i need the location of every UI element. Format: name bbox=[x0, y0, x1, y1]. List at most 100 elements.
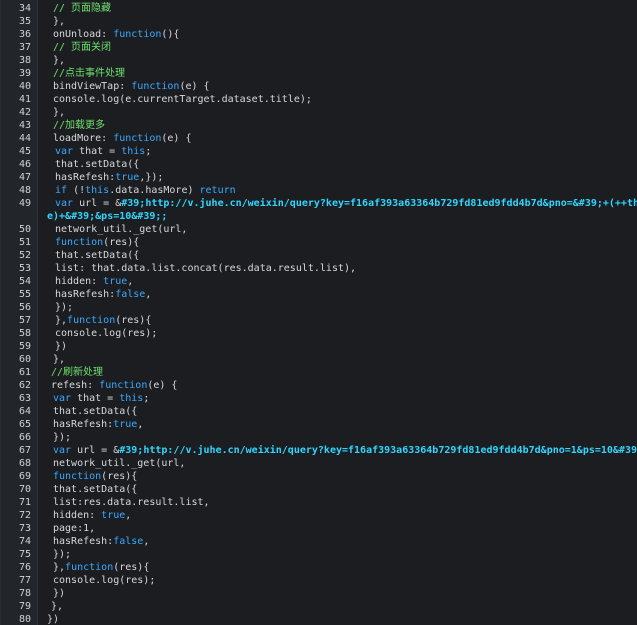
code-line[interactable]: 44 loadMore: function(e) { bbox=[1, 132, 637, 145]
code-line[interactable]: 72 hidden: true, bbox=[1, 509, 637, 522]
code-token: this bbox=[85, 185, 110, 196]
code-token: (e) { bbox=[147, 380, 178, 391]
code-editor[interactable]: 34// 页面隐藏 35}, 36 onUnload: function(){37//… bbox=[0, 0, 637, 625]
code-line[interactable]: 35}, bbox=[1, 15, 637, 28]
line-number: 34 bbox=[18, 3, 31, 14]
code-token: (e) { bbox=[179, 81, 210, 92]
code-line[interactable]: e)+&#39;&ps=10&#39;; bbox=[1, 210, 637, 223]
code-line[interactable]: 60}, bbox=[1, 353, 637, 366]
code-token: (){ bbox=[161, 29, 180, 40]
code-token: this bbox=[119, 393, 144, 404]
code-token: #39;http://v.juhe.cn/weixin/query?key=f1… bbox=[121, 198, 637, 209]
code-line[interactable]: 71 list:res.data.result.list, bbox=[1, 496, 637, 509]
code-line[interactable]: 69 function(res){ bbox=[1, 470, 637, 483]
code-token: ,}); bbox=[139, 172, 164, 183]
code-line[interactable]: 76},function(res){ bbox=[1, 561, 637, 574]
code-line[interactable]: 42}, bbox=[1, 106, 637, 119]
code-text: refesh: function(e) { bbox=[51, 379, 177, 392]
code-line[interactable]: 40 bindViewTap: function(e) { bbox=[1, 80, 637, 93]
line-number: 66 bbox=[18, 432, 31, 443]
code-line[interactable]: 45 var that = this; bbox=[1, 145, 637, 158]
code-text: },function(res){ bbox=[55, 314, 151, 327]
code-line[interactable]: 36 onUnload: function(){ bbox=[1, 28, 637, 41]
line-number: 63 bbox=[18, 393, 31, 404]
code-line[interactable]: 47 hasRefesh:true,}); bbox=[1, 171, 637, 184]
code-line[interactable]: 73 page:1, bbox=[1, 522, 637, 535]
code-line[interactable]: 56}); bbox=[1, 301, 637, 314]
code-token: }, bbox=[51, 601, 64, 612]
code-line[interactable]: 57},function(res){ bbox=[1, 314, 637, 327]
code-token: true bbox=[115, 172, 140, 183]
line-number: 60 bbox=[18, 354, 31, 365]
code-line[interactable]: 80}) bbox=[1, 613, 637, 625]
code-line[interactable]: 34 // 页面隐藏 bbox=[1, 2, 637, 15]
code-line[interactable]: 54 hidden: true, bbox=[1, 275, 637, 288]
code-text: that.setData({ bbox=[53, 483, 137, 496]
code-token: false bbox=[113, 536, 144, 547]
code-line[interactable]: 55 hasRefesh:false, bbox=[1, 288, 637, 301]
code-line[interactable]: 65 hasRefesh:true, bbox=[1, 418, 637, 431]
code-line[interactable]: 39 //点击事件处理 bbox=[1, 67, 637, 80]
code-line[interactable]: 75}); bbox=[1, 548, 637, 561]
code-token: , bbox=[127, 276, 134, 287]
code-line[interactable]: 58 console.log(res); bbox=[1, 327, 637, 340]
code-token: this bbox=[121, 146, 146, 157]
code-line[interactable]: 64 that.setData({ bbox=[1, 405, 637, 418]
code-text: }, bbox=[53, 353, 65, 366]
code-line[interactable]: 74 hasRefesh:false, bbox=[1, 535, 637, 548]
code-line[interactable]: 79}, bbox=[1, 600, 637, 613]
code-text: function(res){ bbox=[55, 236, 139, 249]
code-line[interactable]: 63 var that = this; bbox=[1, 392, 637, 405]
code-line[interactable]: 61 //刷新处理 bbox=[1, 366, 637, 379]
code-line[interactable]: 49 var url = &#39;http://v.juhe.cn/weixin… bbox=[1, 197, 637, 210]
code-token: // 页面隐藏 bbox=[53, 3, 112, 14]
code-line[interactable]: 62 refesh: function(e) { bbox=[1, 379, 637, 392]
code-line[interactable]: 77 console.log(res); bbox=[1, 574, 637, 587]
code-line[interactable]: 50 network_util._get(url, bbox=[1, 223, 637, 236]
line-number: 59 bbox=[18, 341, 31, 352]
code-token: , bbox=[125, 510, 132, 521]
code-text: hidden: true, bbox=[55, 275, 133, 288]
line-number: 64 bbox=[18, 406, 31, 417]
line-number: 65 bbox=[18, 419, 31, 430]
code-text: list: that.data.list.concat(res.data.res… bbox=[55, 262, 356, 275]
code-text: var that = this; bbox=[53, 392, 149, 405]
code-token: }, bbox=[53, 354, 66, 365]
code-text: }) bbox=[47, 613, 59, 625]
code-token: }) bbox=[47, 614, 60, 625]
code-line[interactable]: 51 function(res){ bbox=[1, 236, 637, 249]
code-text: if (!this.data.hasMore) return bbox=[55, 184, 236, 197]
code-line[interactable]: 59}) bbox=[1, 340, 637, 353]
code-line[interactable]: 68 network_util._get(url, bbox=[1, 457, 637, 470]
code-token: bindViewTap: bbox=[53, 81, 132, 92]
code-line[interactable]: 46 that.setData({ bbox=[1, 158, 637, 171]
code-line[interactable]: 67 var url = &#39;http://v.juhe.cn/weixin… bbox=[1, 444, 637, 457]
code-token: url = & bbox=[73, 198, 122, 209]
code-token: (res){ bbox=[101, 471, 138, 482]
code-token: (res){ bbox=[113, 562, 150, 573]
code-token: //点击事件处理 bbox=[53, 68, 126, 79]
code-line[interactable]: 78}) bbox=[1, 587, 637, 600]
code-text: hasRefesh:false, bbox=[53, 535, 149, 548]
code-token: //加载更多 bbox=[53, 120, 106, 131]
code-line[interactable]: 52 that.setData({ bbox=[1, 249, 637, 262]
line-number: 71 bbox=[18, 497, 31, 508]
code-text: }, bbox=[51, 600, 63, 613]
code-token: hidden: bbox=[55, 276, 104, 287]
code-line[interactable]: 38}, bbox=[1, 54, 637, 67]
line-number: 74 bbox=[18, 536, 31, 547]
code-token: (! bbox=[67, 185, 86, 196]
code-line[interactable]: 53 list: that.data.list.concat(res.data.r… bbox=[1, 262, 637, 275]
code-line[interactable]: 70 that.setData({ bbox=[1, 483, 637, 496]
code-line[interactable]: 48 if (!this.data.hasMore) return bbox=[1, 184, 637, 197]
code-token: true bbox=[103, 276, 128, 287]
code-line[interactable]: 41 console.log(e.currentTarget.dataset.ti… bbox=[1, 93, 637, 106]
code-line[interactable]: 37 // 页面关闭 bbox=[1, 41, 637, 54]
code-token: hasRefesh: bbox=[55, 289, 116, 300]
code-line[interactable]: 66}); bbox=[1, 431, 637, 444]
code-line[interactable]: 43 //加载更多 bbox=[1, 119, 637, 132]
line-number: 42 bbox=[18, 107, 31, 118]
code-text: }); bbox=[53, 548, 71, 561]
code-text: network_util._get(url, bbox=[53, 457, 185, 470]
line-number: 37 bbox=[18, 42, 31, 53]
